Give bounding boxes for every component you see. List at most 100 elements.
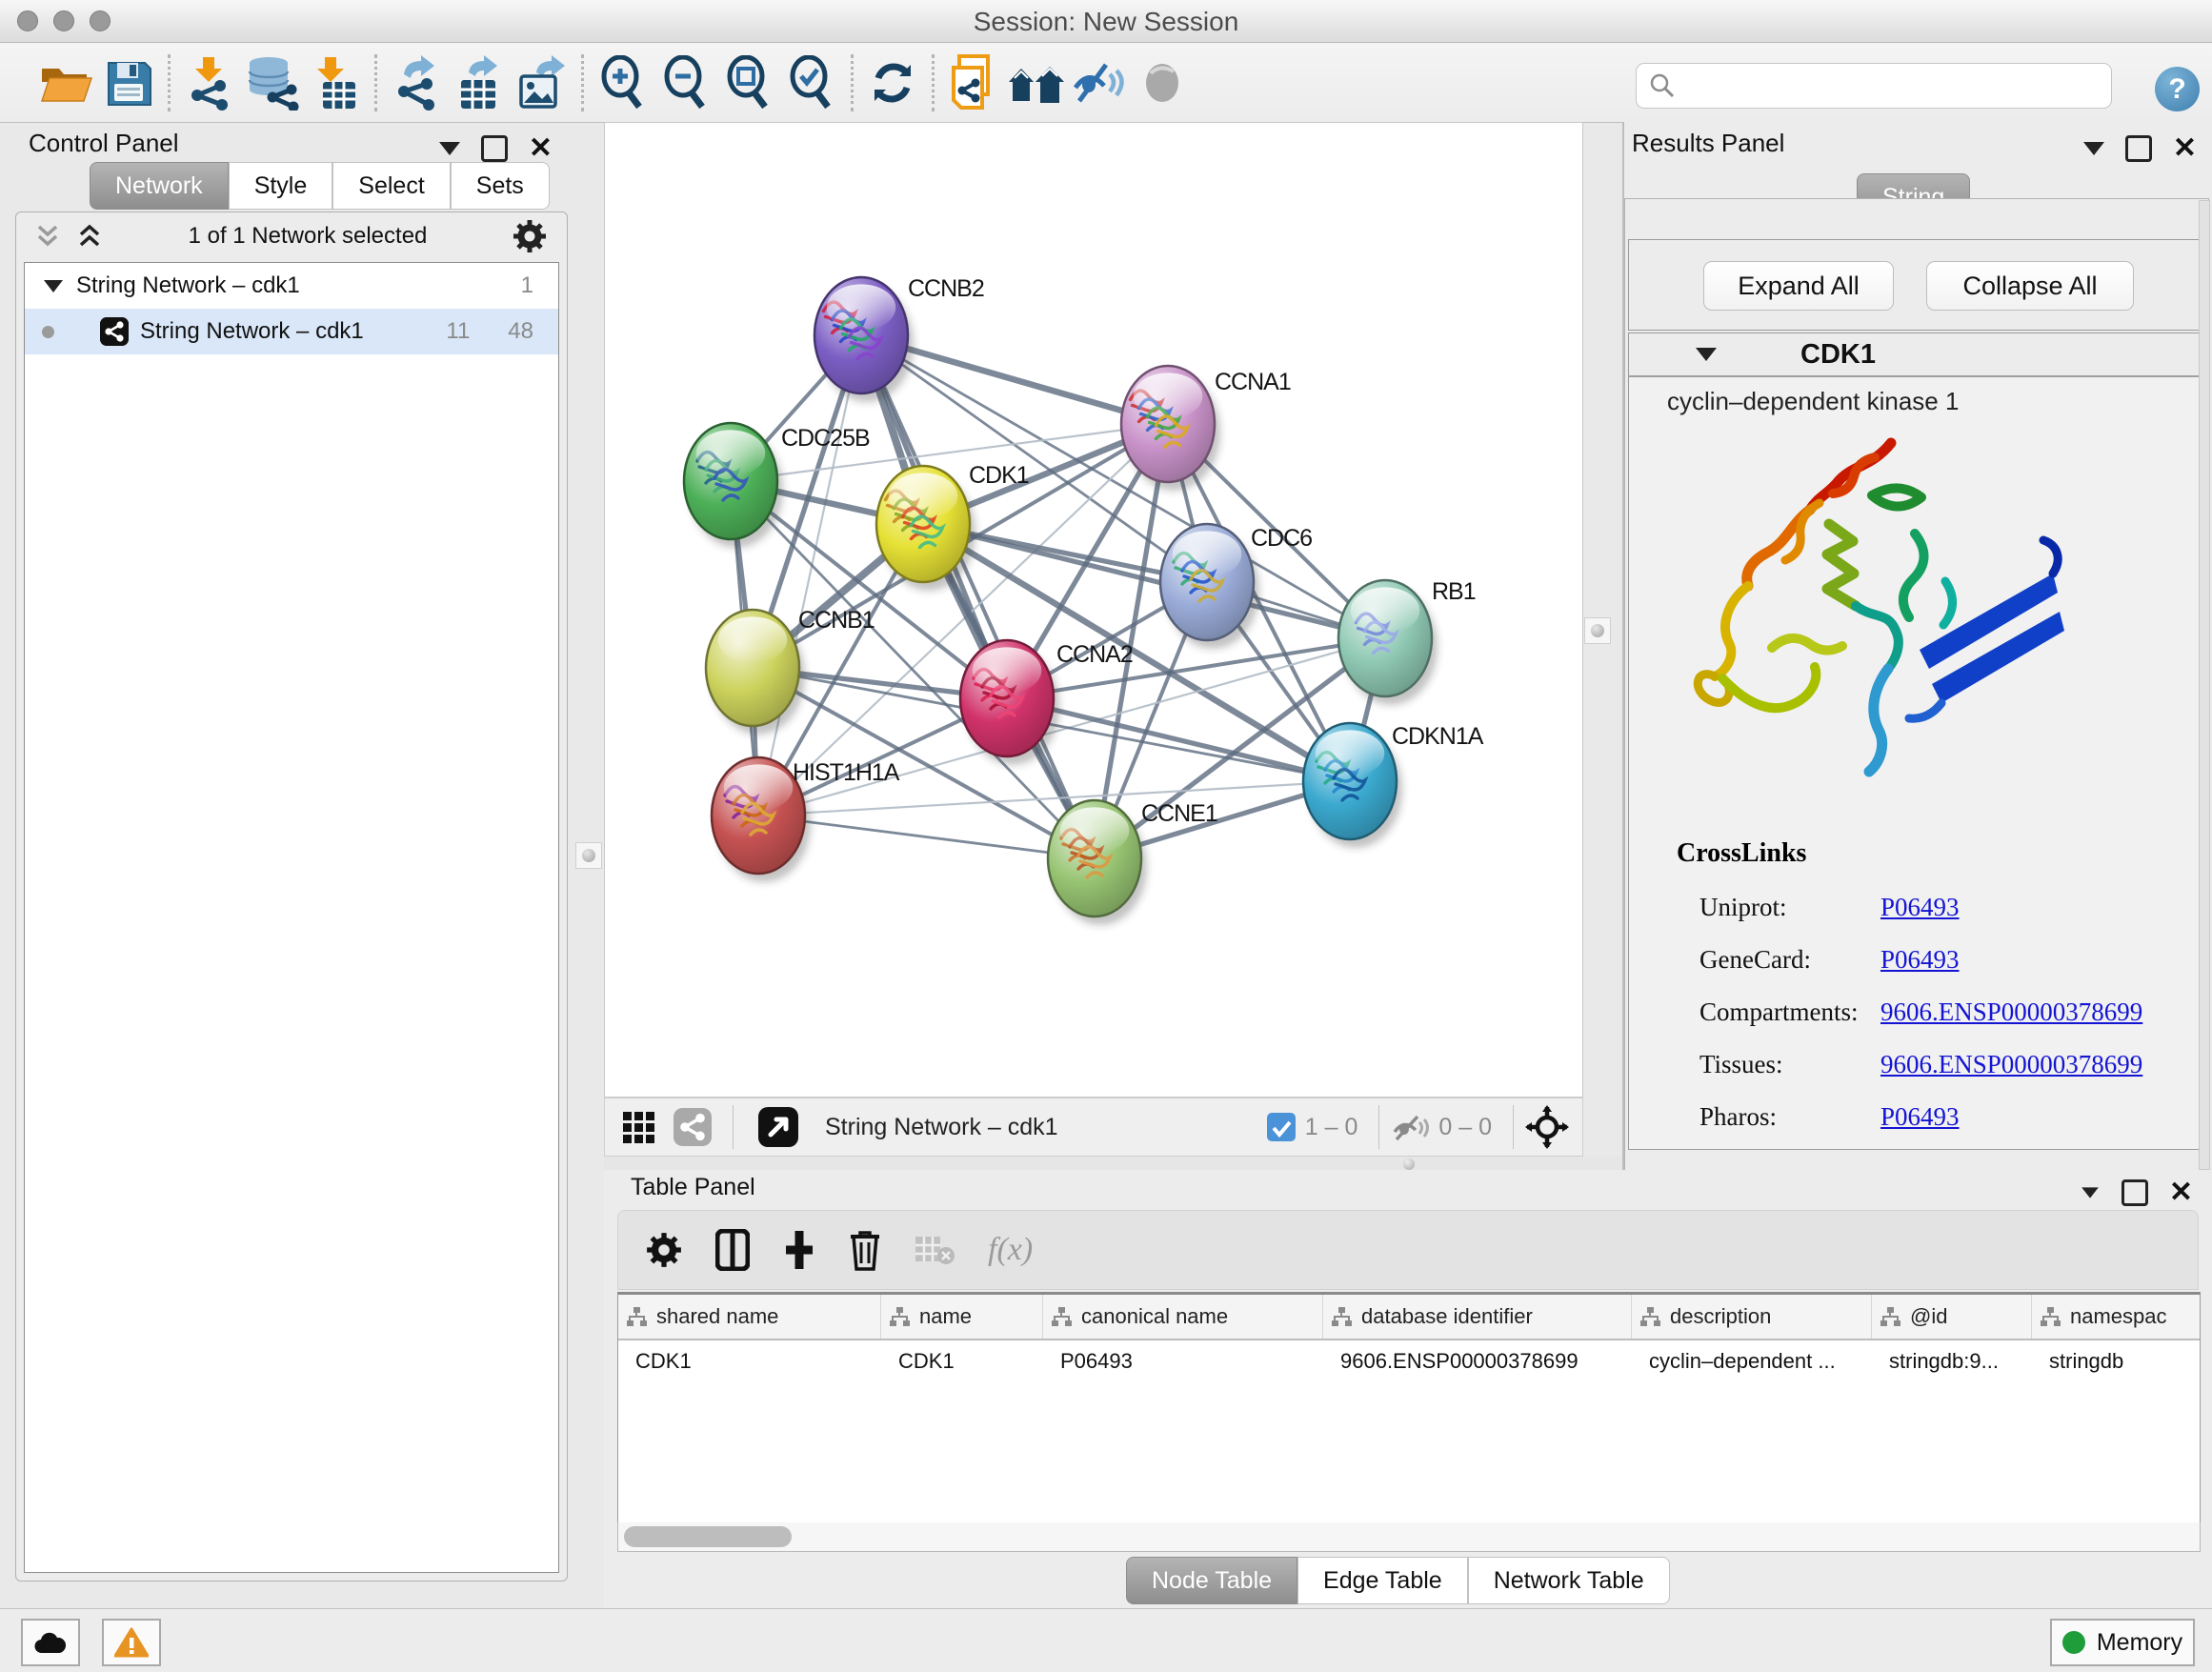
entry-header[interactable]: CDK1 [1629,333,2202,377]
selected-counter: 1 – 0 [1305,1114,1358,1141]
preview-eye-icon[interactable] [1131,52,1194,113]
column-header-description[interactable]: description [1632,1295,1872,1339]
import-table-button[interactable] [304,52,367,113]
protein-structure-image [1677,429,2124,829]
zoom-in-button[interactable] [592,52,654,113]
network-node[interactable] [876,466,975,591]
export-network-button[interactable] [385,52,448,113]
column-header-canonical-name[interactable]: canonical name [1043,1295,1323,1339]
warnings-button[interactable] [102,1619,161,1666]
panel-float-icon[interactable] [481,135,508,162]
string-import-button[interactable] [942,52,1005,113]
tab-node-table[interactable]: Node Table [1126,1557,1297,1604]
tab-network[interactable]: Network [90,162,229,210]
panel-close-icon[interactable]: ✕ [2169,1182,2193,1203]
left-splitter-handle[interactable] [575,842,602,869]
tab-select[interactable]: Select [332,162,450,210]
cytoscape-window: Session: New Session [0,0,2212,1671]
tab-sets[interactable]: Sets [451,162,550,210]
expand-all-icon[interactable] [75,223,104,250]
cloud-status-button[interactable] [21,1619,80,1666]
scrollbar-thumb[interactable] [624,1526,792,1547]
entry-disclosure-icon[interactable] [1696,348,1717,361]
network-list: String Network – cdk1 1 String Network –… [24,262,559,1573]
expand-all-button[interactable]: Expand All [1703,261,1894,311]
crosslink-value[interactable]: P06493 [1880,945,1960,975]
network-node[interactable] [814,277,914,402]
network-node[interactable] [1160,524,1259,649]
open-session-button[interactable] [34,52,97,113]
table-row[interactable]: CDK1CDK1P064939606.ENSP00000378699cyclin… [618,1340,2200,1382]
crosslink-value[interactable]: 9606.ENSP00000378699 [1880,1050,2142,1079]
memory-button[interactable]: Memory [2050,1619,2195,1666]
results-scrollbar[interactable] [2199,200,2210,1170]
tab-edge-table[interactable]: Edge Table [1297,1557,1468,1604]
network-share-gray-icon[interactable] [674,1108,712,1146]
zoom-selected-button[interactable] [780,52,843,113]
entry-description: cyclin–dependent kinase 1 [1667,387,1959,416]
toolbar-separator [932,54,935,111]
table-options-gear-icon[interactable] [645,1231,683,1269]
column-header-shared-name[interactable]: shared name [618,1295,881,1339]
panel-close-icon[interactable]: ✕ [2173,138,2197,159]
node-label: CCNA2 [1056,641,1133,668]
import-network-from-database-button[interactable] [241,52,304,113]
collapse-all-button[interactable]: Collapse All [1926,261,2134,311]
network-row[interactable]: String Network – cdk1 11 48 [25,309,558,354]
crosslinks-heading: CrossLinks [1677,838,1806,869]
add-column-icon[interactable] [782,1229,816,1271]
network-node[interactable] [706,610,805,735]
results-panel: Results Panel ✕ String Expand All Collap… [1622,122,2212,1170]
zoom-fit-button[interactable] [717,52,780,113]
show-hide-button[interactable] [1068,52,1131,113]
export-table-button[interactable] [448,52,511,113]
network-node[interactable] [1121,366,1220,491]
network-edge[interactable] [758,335,861,816]
network-collection-row[interactable]: String Network – cdk1 1 [25,263,558,309]
column-header-namespac[interactable]: namespac [2032,1295,2201,1339]
network-node[interactable] [1338,580,1438,705]
right-splitter-handle[interactable] [1584,617,1611,644]
network-edge[interactable] [923,524,1385,638]
panel-menu-icon[interactable] [439,142,460,155]
delete-column-icon[interactable] [849,1229,881,1271]
collapse-all-icon[interactable] [33,223,62,250]
memory-label: Memory [2097,1629,2182,1657]
panel-menu-icon[interactable] [2081,1187,2099,1198]
import-network-button[interactable] [178,52,241,113]
refresh-layout-button[interactable] [861,52,924,113]
column-header-database-identifier[interactable]: database identifier [1323,1295,1632,1339]
help-button[interactable]: ? [2155,67,2200,111]
panel-float-icon[interactable] [2125,135,2152,162]
network-view-canvas[interactable]: CCNB2CCNA1CDC25BCDK1CDC6RB1CCNB1CCNA2CDK… [604,122,1583,1098]
column-header-name[interactable]: name [881,1295,1043,1339]
network-manager-panel: 1 of 1 Network selected String Network –… [15,212,568,1581]
tab-style[interactable]: Style [229,162,333,210]
panel-close-icon[interactable]: ✕ [529,138,553,159]
open-in-new-window-icon[interactable] [758,1107,798,1147]
grid-view-icon[interactable] [620,1109,656,1145]
show-columns-icon[interactable] [715,1229,750,1271]
export-image-button[interactable] [511,52,573,113]
collection-disclosure-icon[interactable] [44,280,63,292]
first-neighbors-button[interactable] [1005,52,1068,113]
node-label: CDKN1A [1392,723,1484,750]
network-node[interactable] [960,640,1059,765]
network-node[interactable] [1048,800,1147,925]
crosslink-value[interactable]: P06493 [1880,1102,1960,1132]
column-header-@id[interactable]: @id [1872,1295,2032,1339]
selected-checkbox-icon[interactable] [1267,1113,1296,1141]
crosslink-row: Pharos:P06493 [1699,1091,2142,1143]
node-label: CCNB2 [908,275,984,302]
zoom-out-button[interactable] [654,52,717,113]
network-options-gear-icon[interactable] [512,218,548,254]
network-node[interactable] [1303,723,1402,848]
panel-float-icon[interactable] [2122,1179,2148,1206]
crosslink-value[interactable]: 9606.ENSP00000378699 [1880,997,2142,1027]
tab-network-table[interactable]: Network Table [1468,1557,1670,1604]
crosslink-value[interactable]: P06493 [1880,893,1960,922]
search-input[interactable] [1677,71,2111,100]
fit-selected-crosshair-icon[interactable] [1525,1105,1569,1149]
panel-menu-icon[interactable] [2083,142,2104,155]
save-session-button[interactable] [97,52,160,113]
